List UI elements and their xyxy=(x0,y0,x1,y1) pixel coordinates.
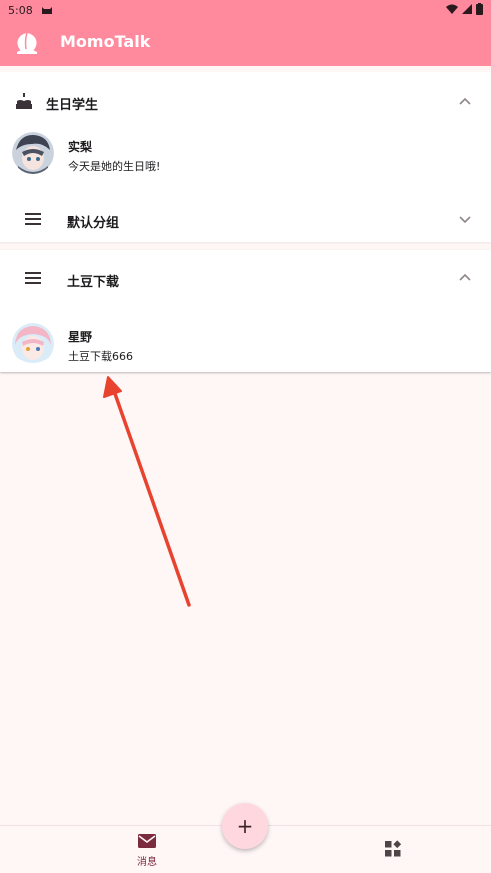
avatar-shiri xyxy=(12,132,54,174)
group-label: 默认分组 xyxy=(67,216,120,231)
wifi-icon xyxy=(446,4,458,14)
contact-name: 实梨 xyxy=(68,140,93,154)
chevron-up-icon[interactable] xyxy=(459,272,471,282)
nav-item-messages[interactable]: 消息 xyxy=(127,832,167,872)
chevron-up-icon[interactable] xyxy=(459,96,471,106)
status-bar: 5:08 xyxy=(0,0,491,20)
group-header-default[interactable]: 默认分组 xyxy=(0,196,491,242)
avatar-hoshino xyxy=(12,323,54,365)
plus-icon: + xyxy=(236,814,254,838)
contact-name: 星野 xyxy=(68,330,93,344)
contact-row-hoshino[interactable]: 星野 土豆下载666 xyxy=(0,308,491,372)
battery-icon xyxy=(476,3,483,15)
group-card-birthday: 生日学生 实梨 今天是她的生日哦! xyxy=(0,72,491,196)
chevron-down-icon[interactable] xyxy=(459,214,471,224)
menu-icon xyxy=(25,272,41,284)
cat-icon xyxy=(41,7,52,14)
menu-icon xyxy=(25,213,41,225)
signal-icon xyxy=(462,3,472,14)
mail-icon xyxy=(138,834,156,848)
group-card-default: 默认分组 xyxy=(0,196,491,242)
cake-icon xyxy=(16,93,32,109)
app-title: MomoTalk xyxy=(60,32,151,51)
apps-icon[interactable] xyxy=(384,840,402,858)
app-bar: MomoTalk xyxy=(0,20,491,66)
group-card-potato: 土豆下载 星野 土豆下载666 xyxy=(0,250,491,372)
add-fab-button[interactable]: + xyxy=(222,803,268,849)
peach-logo-icon xyxy=(17,32,37,55)
contact-message: 今天是她的生日哦! xyxy=(68,160,161,173)
group-label: 土豆下载 xyxy=(67,275,120,290)
contact-message: 土豆下载666 xyxy=(68,350,133,363)
group-header-birthday[interactable]: 生日学生 xyxy=(0,72,491,130)
group-header-potato[interactable]: 土豆下载 xyxy=(0,250,491,308)
group-label: 生日学生 xyxy=(46,98,99,113)
nav-label: 消息 xyxy=(137,857,157,868)
status-time: 5:08 xyxy=(8,3,33,17)
contact-row-shiri[interactable]: 实梨 今天是她的生日哦! xyxy=(0,130,491,196)
